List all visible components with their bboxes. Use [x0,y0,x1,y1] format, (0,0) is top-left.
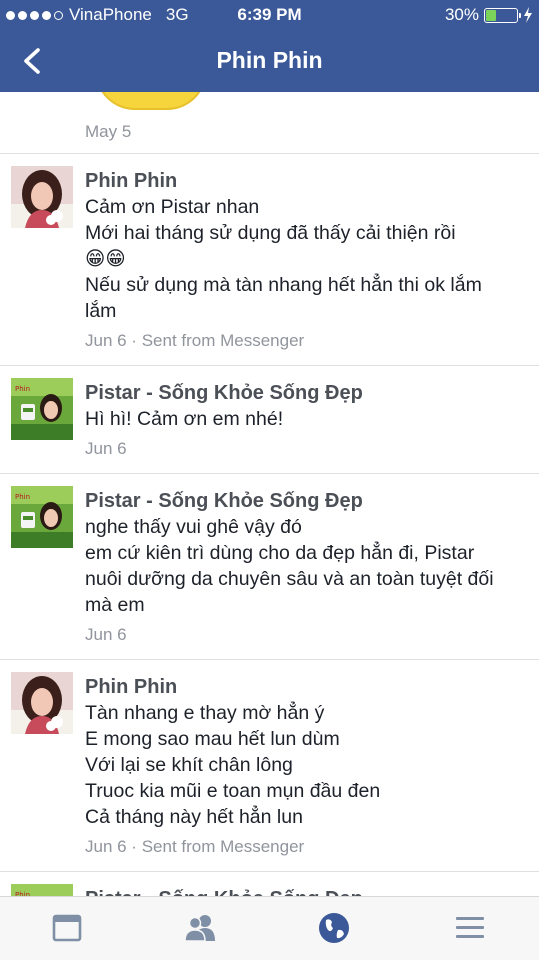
globe-icon[interactable] [317,911,351,945]
partial-message: May 5 [0,92,539,154]
friends-icon[interactable] [183,911,217,945]
avatar[interactable] [11,672,73,734]
message-text: Mới hai tháng sử dụng đã thấy cải thiện … [85,222,456,244]
charging-icon [524,7,532,23]
avatar[interactable] [11,166,73,228]
message-meta: Jun 6 · Sent from Messenger [85,837,305,856]
message-item[interactable]: Phin Pistar - Sống Khỏe Sống Đẹp [0,872,539,896]
sticker-image [95,92,207,110]
avatar[interactable]: Phin [11,378,73,440]
message-text: Truoc kia mũi e toan mụn đầu đen [85,780,381,802]
message-text: Tàn nhang e thay mờ hẳn ý [85,702,325,724]
sender-name[interactable]: Phin Phin [85,168,519,194]
svg-text:Phin: Phin [15,385,30,393]
battery-percent: 30% [444,5,479,24]
sender-name[interactable]: Pistar - Sống Khỏe Sống Đẹp [85,886,519,896]
message-text: Với lại se khít chân lông [85,754,293,776]
message-text: nuôi dưỡng da chuyên sâu và an toàn tuyệ… [85,568,494,590]
sender-name[interactable]: Pistar - Sống Khỏe Sống Đẹp [85,488,519,514]
message-text: nghe thấy vui ghê vậy đó [85,516,302,538]
sender-name[interactable]: Pistar - Sống Khỏe Sống Đẹp [85,380,519,406]
avatar[interactable]: Phin [11,486,73,548]
news-feed-icon[interactable] [50,911,84,945]
message-text: 😁😁 [85,248,126,270]
message-item[interactable]: Phin Pistar - Sống Khỏe Sống Đẹp Hì hì! Cả… [0,366,539,474]
tab-bar [0,896,539,960]
status-bar: VinaPhone 3G 6:39 PM 30% [0,0,539,30]
battery-icon [484,7,521,23]
message-item[interactable]: Phin Phin Tàn nhang e thay mờ hẳn ý E mong… [0,660,539,872]
nav-bar: Phin Phin [0,30,539,92]
menu-icon[interactable] [453,911,487,945]
message-item[interactable]: Phin Phin Cảm ơn Pistar nhan Mới hai tháng… [0,154,539,366]
message-meta: Jun 6 · Sent from Messenger [85,331,305,350]
message-text: mà em [85,594,145,616]
svg-text:Phin: Phin [15,493,30,501]
sender-name[interactable]: Phin Phin [85,674,519,700]
message-text: E mong sao mau hết lun dùm [85,728,340,750]
status-right: 30% [445,5,533,25]
message-text: Hì hì! Cảm ơn em nhé! [85,408,284,430]
message-text: lắm [85,300,117,322]
message-text: em cứ kiên trì dùng cho da đẹp hẳn đi, P… [85,542,475,564]
message-thread[interactable]: May 5 Phin Phin Cảm ơn Pistar nhan Mới hai… [0,92,539,896]
message-meta: Jun 6 [85,625,127,644]
message-item[interactable]: Phin Pistar - Sống Khỏe Sống Đẹp nghe thấy… [0,474,539,660]
message-meta: Jun 6 [85,439,127,458]
message-text: Nếu sử dụng mà tàn nhang hết hẳn thi ok … [85,274,482,296]
avatar[interactable]: Phin [11,884,73,896]
message-text: Cả tháng này hết hẳn lun [85,806,303,828]
message-text: Cảm ơn Pistar nhan [85,196,260,218]
conversation-title: Phin Phin [216,47,323,73]
message-date: May 5 [85,122,132,141]
